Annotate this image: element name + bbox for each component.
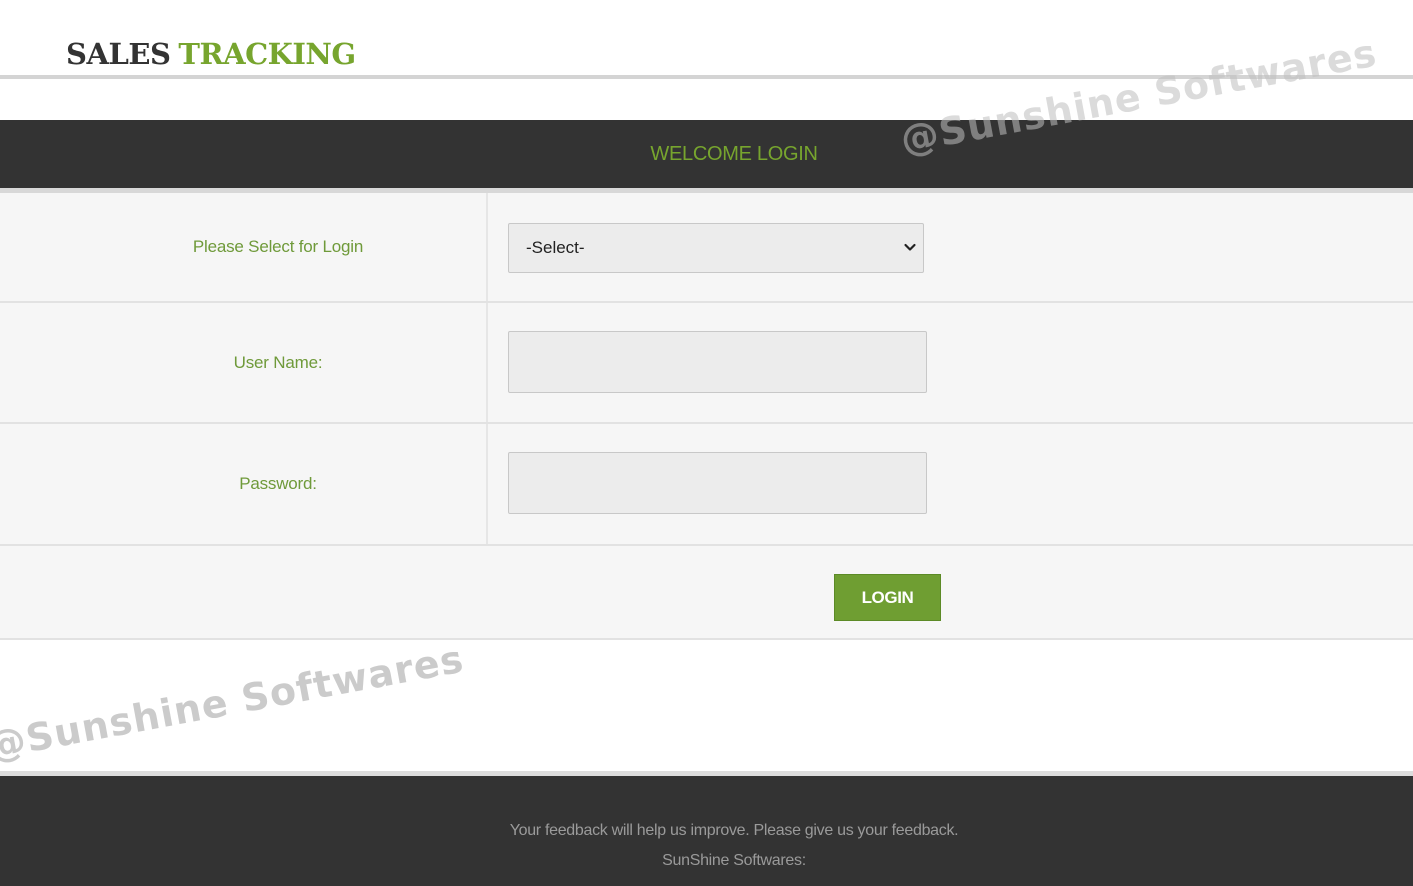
form-row-submit: LOGIN xyxy=(0,546,1413,640)
role-label: Please Select for Login xyxy=(0,193,488,301)
header-divider xyxy=(0,75,1413,79)
footer-company-text: SunShine Softwares: xyxy=(662,852,806,869)
username-input[interactable] xyxy=(508,331,927,393)
chevron-down-icon xyxy=(904,243,916,251)
login-panel-header: WELCOME LOGIN xyxy=(0,120,1413,193)
site-logo[interactable]: SALES TRACKING xyxy=(66,36,356,72)
form-row-role: Please Select for Login -Select- xyxy=(0,193,1413,303)
footer-feedback-text: Your feedback will help us improve. Plea… xyxy=(509,822,959,839)
site-header: SALES TRACKING xyxy=(0,0,1413,76)
password-input[interactable] xyxy=(508,452,927,514)
username-label: User Name: xyxy=(0,303,488,422)
role-select-value: -Select- xyxy=(526,238,585,257)
form-row-password: Password: xyxy=(0,424,1413,546)
login-form: Please Select for Login -Select- User Na… xyxy=(0,193,1413,640)
watermark-bottom: @Sunshine Softwares xyxy=(0,636,468,768)
login-button[interactable]: LOGIN xyxy=(834,574,941,621)
form-row-username: User Name: xyxy=(0,303,1413,424)
logo-word-sales: SALES xyxy=(66,37,171,71)
site-footer: Your feedback will help us improve. Plea… xyxy=(0,776,1413,886)
role-select[interactable]: -Select- xyxy=(508,223,924,273)
login-panel-title: WELCOME LOGIN xyxy=(650,143,818,165)
password-label: Password: xyxy=(0,424,488,544)
logo-word-tracking: TRACKING xyxy=(178,37,356,71)
